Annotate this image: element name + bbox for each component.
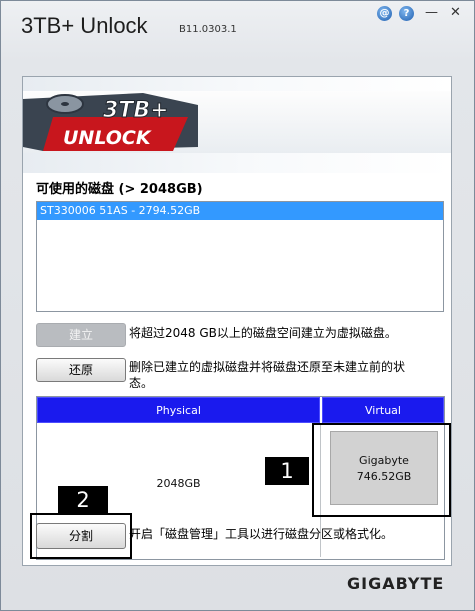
- logo-line1: 3TB+: [103, 98, 169, 123]
- physical-header: Physical: [37, 397, 320, 423]
- restore-description-line1: 删除已建立的虚拟磁盘并将磁盘还原至未建立前的状: [129, 360, 406, 374]
- disk-list-title: 可使用的磁盘 (> 2048GB): [36, 182, 203, 197]
- unlock-logo: 3TB+ UNLOCK: [23, 93, 198, 151]
- annotation-box-2: [30, 513, 132, 559]
- version-label: B11.0303.1: [179, 24, 237, 35]
- gigabyte-logo: GIGABYTE: [347, 574, 445, 593]
- close-button[interactable]: ✕: [447, 5, 464, 21]
- logo-banner: 3TB+ UNLOCK: [23, 77, 451, 173]
- annotation-badge-2: 2: [58, 486, 108, 514]
- restore-description-line2: 态。: [129, 376, 154, 390]
- annotation-badge-1: 1: [265, 457, 309, 485]
- disk-list[interactable]: ST330006 51AS - 2794.52GB: [36, 201, 444, 312]
- restore-button[interactable]: 还原: [36, 358, 126, 382]
- at-icon[interactable]: @: [377, 6, 392, 21]
- disk-list-item[interactable]: ST330006 51AS - 2794.52GB: [37, 202, 443, 220]
- logo-line2: UNLOCK: [63, 127, 152, 149]
- app-window: 3TB+ Unlock B11.0303.1 @ ? — ✕ 3TB+ UNLO…: [0, 0, 475, 611]
- minimize-button[interactable]: —: [423, 5, 440, 21]
- create-description: 将超过2048 GB以上的磁盘空间建立为虚拟磁盘。: [129, 326, 397, 340]
- help-icon[interactable]: ?: [399, 6, 414, 21]
- create-button[interactable]: 建立: [36, 323, 126, 347]
- window-title: 3TB+ Unlock: [21, 13, 148, 38]
- partition-description: 开启「磁盘管理」工具以进行磁盘分区或格式化。: [129, 527, 394, 541]
- virtual-header: Virtual: [322, 397, 444, 423]
- annotation-box-1: [312, 423, 451, 517]
